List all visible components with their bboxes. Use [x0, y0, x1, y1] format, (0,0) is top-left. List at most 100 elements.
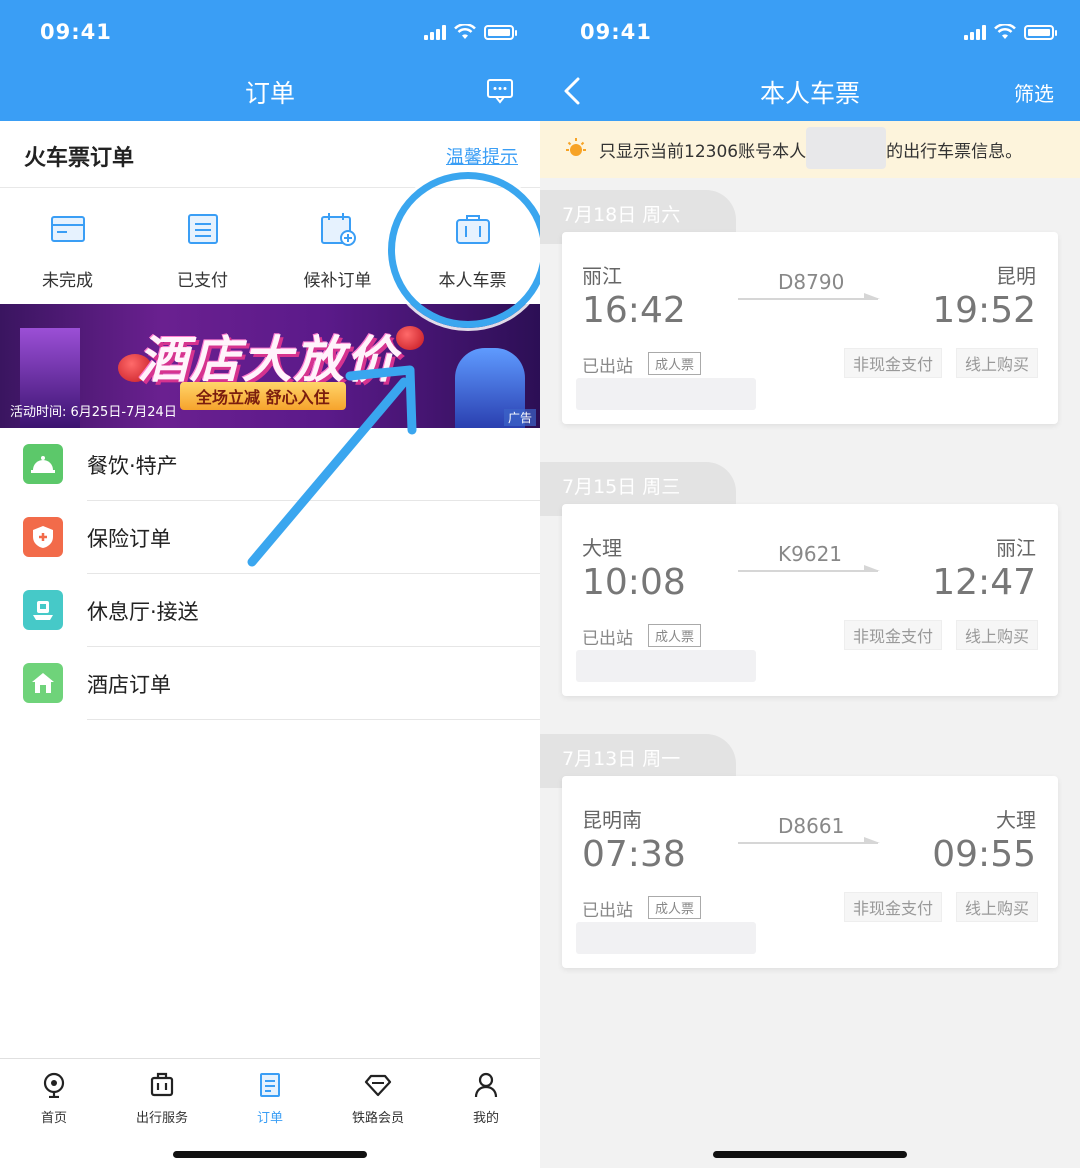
depart-time: 10:08 [582, 562, 686, 603]
arrive-time: 12:47 [932, 562, 1036, 603]
quick-label: 已支付 [177, 271, 228, 291]
wifi-icon [994, 24, 1016, 39]
tab-bar: 首页 出行服务 订单 铁路会员 我的 [0, 1058, 540, 1168]
tab-mine[interactable]: 我的 [432, 1059, 540, 1168]
list-label: 餐饮·特产 [87, 454, 178, 478]
tab-label: 铁路会员 [351, 1111, 404, 1126]
trip-status: 已出站 [582, 629, 633, 649]
route-arrow [738, 293, 880, 300]
sun-icon [566, 138, 586, 156]
banner-time: 活动时间: 6月25日-7月24日 [10, 405, 177, 420]
trip-group: 7月13日 周一 昆明南 D8661 大理 07:38 09:55 已出站 成人… [540, 722, 1080, 994]
from-station: 昆明南 [582, 808, 642, 832]
ticket-card[interactable]: 丽江 D8790 昆明 16:42 19:52 已出站 成人票 非现金支付 线上… [562, 232, 1058, 424]
list-label: 保险订单 [87, 527, 171, 551]
trip-list: 7月18日 周六 丽江 D8790 昆明 16:42 19:52 已出站 成人票… [540, 178, 1080, 994]
banner-subtitle: 全场立减 舒心入住 [180, 382, 346, 410]
train-number: D8790 [778, 270, 845, 294]
list-item-insurance[interactable]: 保险订单 [0, 501, 540, 574]
ad-badge: 广告 [503, 409, 536, 426]
to-station: 昆明 [996, 264, 1036, 288]
diamond-icon [364, 1074, 392, 1097]
signal-icon [964, 24, 986, 40]
quick-item-unfinished[interactable]: 未完成 [0, 188, 135, 304]
list-item-lounge[interactable]: 休息厅·接送 [0, 574, 540, 647]
ticket-card[interactable]: 昆明南 D8661 大理 07:38 09:55 已出站 成人票 非现金支付 线… [562, 776, 1058, 968]
tab-label: 首页 [40, 1111, 67, 1126]
ticket-card[interactable]: 大理 K9621 丽江 10:08 12:47 已出站 成人票 非现金支付 线上… [562, 504, 1058, 696]
notice-text-before: 只显示当前12306账号本人 [599, 142, 807, 162]
shield-icon [23, 517, 63, 557]
bottom-area [540, 1058, 1080, 1168]
tab-label: 出行服务 [135, 1111, 188, 1126]
page-title: 本人车票 [759, 79, 860, 108]
notice-text-after: 的出行车票信息。 [886, 142, 1023, 162]
user-icon [474, 1072, 498, 1098]
payment-tag: 非现金支付 [843, 892, 942, 922]
depart-time: 07:38 [582, 834, 686, 875]
hotel-icon [23, 663, 63, 703]
trip-status: 已出站 [582, 357, 633, 377]
redacted-info [576, 378, 756, 410]
quick-item-waitlist[interactable]: 候补订单 [270, 188, 405, 304]
train-home-icon [43, 1072, 65, 1098]
signal-icon [424, 24, 446, 40]
ticket-type-badge: 成人票 [648, 352, 702, 375]
tips-link[interactable]: 温馨提示 [446, 143, 518, 169]
wifi-icon [454, 24, 476, 39]
status-icons [424, 24, 517, 40]
my-tickets-screen: 09:41 本人车票 筛选 只显示当前12306账号本人 的出行车票信息。 7月1… [540, 0, 1080, 1168]
card-icon [50, 216, 85, 242]
train-number: K9621 [778, 542, 843, 566]
quick-label: 候补订单 [303, 271, 372, 291]
food-bell-icon [23, 444, 63, 484]
trip-status: 已出站 [582, 901, 633, 921]
payment-tag: 非现金支付 [843, 348, 942, 378]
quick-label: 未完成 [42, 271, 93, 291]
page-title: 订单 [244, 79, 295, 108]
list-label: 休息厅·接送 [87, 600, 199, 624]
redacted-info [576, 650, 756, 682]
arrive-time: 19:52 [932, 290, 1036, 331]
highlight-circle [388, 172, 540, 328]
ticket-type-badge: 成人票 [648, 624, 702, 647]
train-number: D8661 [778, 814, 845, 838]
ticket-type-badge: 成人票 [648, 896, 702, 919]
to-station: 丽江 [996, 536, 1036, 560]
divider [87, 719, 540, 720]
redacted-info [576, 922, 756, 954]
trip-group: 7月15日 周三 大理 K9621 丽江 10:08 12:47 已出站 成人票… [540, 450, 1080, 722]
calendar-add-icon [320, 213, 356, 246]
services-list: 餐饮·特产 保险订单 休息厅·接送 酒店订单 [0, 428, 540, 720]
list-label: 酒店订单 [87, 673, 171, 697]
filter-button[interactable]: 筛选 [1014, 78, 1054, 107]
purchase-tag: 线上购买 [955, 620, 1038, 650]
purchase-tag: 线上购买 [955, 892, 1038, 922]
header: 09:41 订单 [0, 0, 540, 121]
purchase-tag: 线上购买 [955, 348, 1038, 378]
status-time: 09:41 [580, 20, 652, 44]
notice-bar: 只显示当前12306账号本人 的出行车票信息。 [540, 121, 1080, 178]
tab-label: 订单 [256, 1111, 283, 1126]
depart-time: 16:42 [582, 290, 686, 331]
payment-tag: 非现金支付 [843, 620, 942, 650]
arrive-time: 09:55 [932, 834, 1036, 875]
route-arrow [738, 565, 880, 572]
quick-item-paid[interactable]: 已支付 [135, 188, 270, 304]
from-station: 大理 [582, 536, 622, 560]
order-icon [260, 1073, 280, 1097]
battery-icon [1024, 24, 1057, 40]
trip-group: 7月18日 周六 丽江 D8790 昆明 16:42 19:52 已出站 成人票… [540, 178, 1080, 450]
tab-home[interactable]: 首页 [0, 1059, 108, 1168]
orders-screen: 09:41 订单 火车票订单 温馨提示 未完成 已支付 候补订单 本人车票 酒店… [0, 0, 540, 1168]
section-title: 火车票订单 [24, 146, 135, 171]
battery-icon [484, 24, 517, 40]
luggage-icon [150, 1072, 174, 1097]
list-item-food[interactable]: 餐饮·特产 [0, 428, 540, 501]
list-item-hotel[interactable]: 酒店订单 [0, 647, 540, 720]
message-icon[interactable] [486, 78, 514, 104]
status-icons [964, 24, 1057, 40]
status-time: 09:41 [40, 20, 112, 44]
home-indicator [713, 1151, 907, 1158]
header: 09:41 本人车票 筛选 [540, 0, 1080, 121]
